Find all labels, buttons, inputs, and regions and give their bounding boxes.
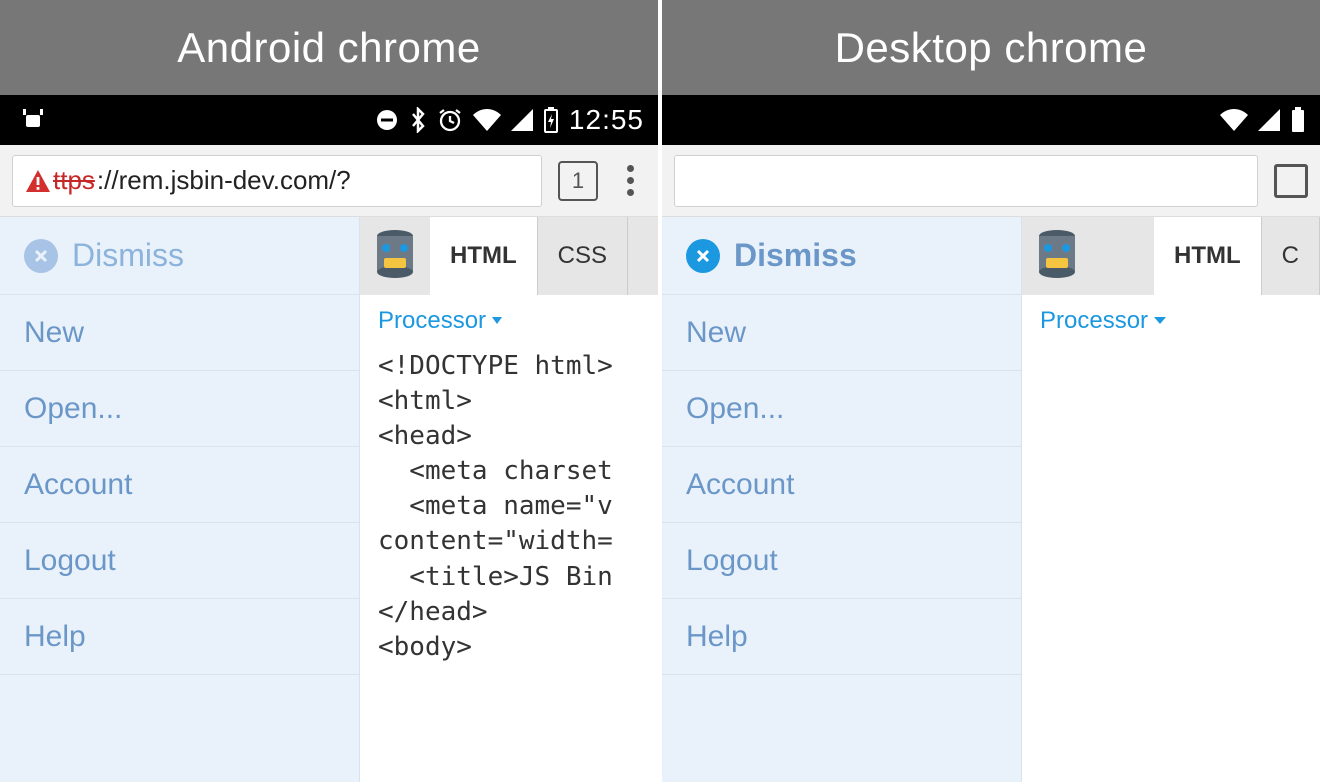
sidebar-item-help[interactable]: Help (662, 599, 1021, 675)
sidebar-item-label: Account (24, 468, 132, 502)
tab-count-label: 1 (572, 168, 584, 194)
sidebar-item-label: New (24, 316, 84, 350)
wifi-icon (473, 109, 501, 131)
wifi-icon (1220, 109, 1248, 131)
sidebar-item-label: Account (686, 468, 794, 502)
desktop-addressbar (662, 145, 1320, 217)
sidebar-item-open[interactable]: Open... (662, 371, 1021, 447)
sidebar-item-label: New (686, 316, 746, 350)
editor-tabs: HTML CSS (360, 217, 658, 295)
sidebar-android: Dismiss New Open... Account Logout Help (0, 217, 360, 782)
sidebar-item-label: Open... (686, 392, 784, 426)
sidebar-item-help[interactable]: Help (0, 599, 359, 675)
processor-label: Processor (378, 307, 486, 335)
ssl-warning-icon (25, 169, 53, 193)
dismiss-button[interactable]: Dismiss (0, 217, 359, 295)
editor-desktop: HTML C Processor (1022, 217, 1320, 782)
sidebar-item-new[interactable]: New (0, 295, 359, 371)
battery-charging-icon (543, 107, 559, 133)
jsbin-robot-icon[interactable] (360, 217, 430, 295)
tab-square-icon[interactable] (1274, 164, 1308, 198)
sidebar-item-label: Logout (686, 544, 778, 578)
tab-css[interactable]: CSS (538, 217, 628, 295)
desktop-statusbar (662, 95, 1320, 145)
tab-html[interactable]: HTML (430, 217, 538, 295)
dismiss-label: Dismiss (734, 237, 857, 274)
dismiss-button[interactable]: Dismiss (662, 217, 1021, 295)
editor-android: HTML CSS Processor <!DOCTYPE html> <html… (360, 217, 658, 782)
android-notification-icon (20, 109, 46, 131)
android-statusbar: 12:55 (0, 95, 658, 145)
code-editor[interactable]: <!DOCTYPE html> <html> <head> <meta char… (360, 345, 658, 669)
menu-kebab-icon[interactable] (614, 165, 646, 196)
alarm-icon (437, 107, 463, 133)
close-icon (686, 239, 720, 273)
sidebar-item-open[interactable]: Open... (0, 371, 359, 447)
tab-label: HTML (450, 242, 517, 270)
sidebar-item-label: Open... (24, 392, 122, 426)
android-addressbar: ttps://rem.jsbin-dev.com/? 1 (0, 145, 658, 217)
cell-signal-icon (511, 109, 533, 131)
cell-signal-icon (1258, 109, 1280, 131)
url-host: ://rem.jsbin-dev.com/? (97, 165, 351, 196)
jsbin-robot-icon[interactable] (1022, 217, 1092, 295)
pane-desktop: Desktop chrome Dismiss New Open... Accou (662, 0, 1320, 782)
editor-tabs: HTML C (1022, 217, 1320, 295)
url-input[interactable] (674, 155, 1258, 207)
tab-css[interactable]: C (1262, 217, 1320, 295)
processor-label: Processor (1040, 307, 1148, 335)
chevron-down-icon (492, 317, 502, 325)
close-icon (24, 239, 58, 273)
tab-label: CSS (558, 242, 607, 270)
sidebar-item-new[interactable]: New (662, 295, 1021, 371)
title-desktop: Desktop chrome (662, 0, 1320, 95)
tab-label: HTML (1174, 242, 1241, 270)
title-android-label: Android chrome (177, 24, 480, 72)
status-clock: 12:55 (569, 104, 644, 136)
sidebar-item-logout[interactable]: Logout (662, 523, 1021, 599)
processor-dropdown[interactable]: Processor (1040, 307, 1166, 335)
dismiss-label: Dismiss (72, 237, 184, 274)
bluetooth-icon (409, 107, 427, 133)
sidebar-item-label: Help (24, 620, 86, 654)
title-desktop-label: Desktop chrome (835, 24, 1148, 72)
sidebar-item-account[interactable]: Account (662, 447, 1021, 523)
chevron-down-icon (1154, 317, 1166, 325)
dnd-icon (375, 108, 399, 132)
processor-dropdown[interactable]: Processor (378, 307, 502, 335)
sidebar-item-label: Help (686, 620, 748, 654)
sidebar-item-account[interactable]: Account (0, 447, 359, 523)
sidebar-item-logout[interactable]: Logout (0, 523, 359, 599)
title-android: Android chrome (0, 0, 658, 95)
url-scheme: ttps (53, 165, 95, 196)
tab-html[interactable]: HTML (1154, 217, 1262, 295)
tab-count-button[interactable]: 1 (558, 161, 598, 201)
pane-android: Android chrome 12:55 ttps://rem.jsbin-de (0, 0, 658, 782)
battery-icon (1290, 107, 1306, 133)
url-input[interactable]: ttps://rem.jsbin-dev.com/? (12, 155, 542, 207)
sidebar-desktop: Dismiss New Open... Account Logout Help (662, 217, 1022, 782)
tab-label: C (1282, 242, 1299, 270)
sidebar-item-label: Logout (24, 544, 116, 578)
